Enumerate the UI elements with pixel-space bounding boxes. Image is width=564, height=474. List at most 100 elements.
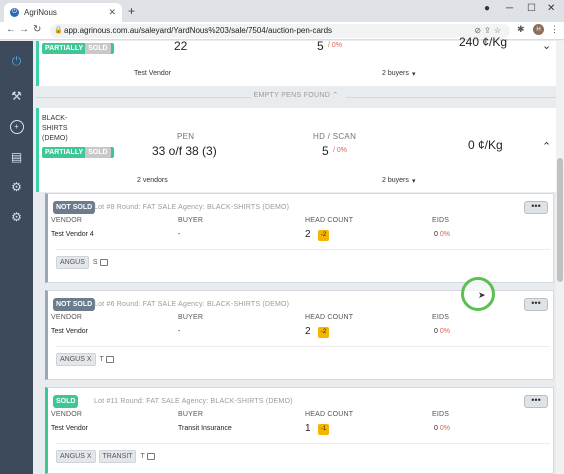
eids-value: 0 0% [434,328,450,335]
browser-tab[interactable]: ⏻ AgriNous ✕ [4,3,122,22]
agency-name: BLACK- SHIRTS (DEMO) [42,115,68,142]
add-icon[interactable]: + [6,116,27,137]
head-count-header: HEAD COUNT [305,411,354,418]
transit-tag: TRANSIT [98,450,137,463]
more-actions-button[interactable]: ••• [524,298,548,311]
lot-status-badge: SOLD [53,395,79,408]
hd-scan-pct: / 0% [333,147,348,154]
more-actions-button[interactable]: ••• [524,395,548,408]
buyer-header: BUYER [178,411,204,418]
status-badge: PARTIALLY SOLD [42,43,114,54]
lot-tags: ANGUS S [56,256,109,269]
mouse-cursor-icon: ➤ [478,290,486,300]
forward-icon[interactable]: → [19,24,29,35]
sex-tag: S [92,256,109,269]
lot-tags: ANGUS X TRANSIT T [56,450,156,463]
empty-pens-label: EMPTY PENS FOUND [253,92,331,99]
head-count-diff-badge: -1 [318,424,329,435]
new-tab-icon[interactable]: + [128,4,135,18]
monitor-icon [105,356,114,363]
buyer-value: Transit Insurance [178,425,232,432]
row-divider [56,249,550,250]
divider-line-right [346,97,556,98]
buyer-header: BUYER [178,314,204,321]
maximize-icon[interactable]: ☐ [527,3,536,14]
head-count-header: HEAD COUNT [305,217,354,224]
pen-card-top[interactable]: PARTIALLY SOLD 22 5 / 0% 240 ¢/Kg ⌄ Test … [36,35,556,86]
extensions-icon[interactable]: ✱ [517,24,525,35]
pen-accent-bar [36,108,39,192]
minimize-icon[interactable]: ─ [506,3,513,14]
close-tab-icon[interactable]: ✕ [108,7,116,18]
back-icon[interactable]: ← [6,24,16,35]
lot-card[interactable]: NOT SOLD Lot #8 Round: FAT SALE Agency: … [45,193,554,283]
dropdown-dash-icon[interactable]: ▾ [412,70,416,78]
buyers-summary: 2 buyers [382,177,409,184]
close-window-icon[interactable]: ✕ [547,3,555,14]
pen-card-main[interactable]: BLACK- SHIRTS (DEMO) PARTIALLY SOLD PEN 3… [36,108,556,192]
vendor-header: VENDOR [51,314,83,321]
url-text: app.agrinous.com.au/saleyard/YardNous%20… [64,26,333,35]
lot-card[interactable]: SOLD Lot #11 Round: FAT SALE Agency: BLA… [45,387,554,474]
chevron-up-icon[interactable]: ⌃ [542,140,551,153]
chevron-down-icon[interactable]: ⌄ [542,39,551,52]
agrinous-favicon-icon: ⏻ [10,8,19,17]
row-divider [56,346,550,347]
vendor-header: VENDOR [51,411,83,418]
eids-header: EIDS [432,411,450,418]
divider-line-left [36,97,251,98]
lot-meta: Lot #8 Round: FAT SALE Agency: BLACK-SHI… [94,204,290,211]
price-value: 240 ¢/Kg [459,35,508,49]
buyers-summary: 2 buyers [382,70,409,77]
id-card-icon[interactable]: ▤ [6,146,27,167]
breed-tag: ANGUS [56,256,89,269]
scrollbar-thumb[interactable] [557,158,563,282]
gavel-icon[interactable]: ⚒ [6,85,27,106]
empty-pens-divider[interactable]: EMPTY PENS FOUND ⌃ [36,91,556,103]
chevron-up-icon: ⌃ [332,92,339,99]
more-actions-button[interactable]: ••• [524,201,548,214]
hd-scan-value: 5 [317,39,324,53]
price-value: 0 ¢/Kg [468,138,503,152]
profile-recording-icon[interactable]: ● [484,3,490,14]
lot-status-badge: NOT SOLD [53,298,96,311]
status-badge: PARTIALLY SOLD [42,147,114,158]
vendors-summary: 2 vendors [137,177,168,184]
head-count-value: 1 [305,423,311,434]
reload-icon[interactable]: ↻ [33,24,41,35]
hd-scan-label: HD / SCAN [313,132,357,141]
sync-settings-icon[interactable]: ⚙ [6,206,27,227]
browser-tab-bar: ⏻ AgriNous ✕ + ● ─ ☐ ✕ [0,0,564,22]
profile-avatar[interactable]: H [533,24,544,35]
buyer-value: - [178,231,181,238]
head-count-value: 2 [305,229,311,240]
eids-header: EIDS [432,314,450,321]
vendor-value: Test Vendor [51,425,88,432]
app-sidebar: ⏻ ⚒ + ▤ ⚙ ⚙ [0,41,33,474]
buyer-header: BUYER [178,217,204,224]
hd-scan-value: 5 [322,144,329,158]
tab-title: AgriNous [24,8,57,17]
lot-status-badge: NOT SOLD [53,201,96,214]
hd-scan-pct: / 0% [328,42,343,49]
breed-tag: ANGUS X [56,353,96,366]
pen-label: PEN [177,132,195,141]
dropdown-dash-icon[interactable]: ▾ [412,177,416,185]
vendor-value: Test Vendor [51,328,88,335]
browser-menu-icon[interactable]: ⋮ [550,24,559,35]
lock-icon: 🔒 [54,27,63,34]
power-logo-icon[interactable]: ⏻ [6,51,27,72]
head-count-diff-badge: -2 [318,327,329,338]
eids-value: 0 0% [434,231,450,238]
monitor-icon [146,453,155,460]
vendor-header: VENDOR [51,217,83,224]
head-count-value: 2 [305,326,311,337]
monitor-icon [99,259,108,266]
settings-group-icon[interactable]: ⚙ [6,176,27,197]
head-count-diff-badge: -2 [318,230,329,241]
buyer-value: - [178,328,181,335]
lot-tags: ANGUS X T [56,353,115,366]
address-bar[interactable]: 🔒 app.agrinous.com.au/saleyard/YardNous%… [50,24,510,38]
vendor-summary: Test Vendor [134,70,171,77]
vendor-value: Test Vendor 4 [51,231,94,238]
